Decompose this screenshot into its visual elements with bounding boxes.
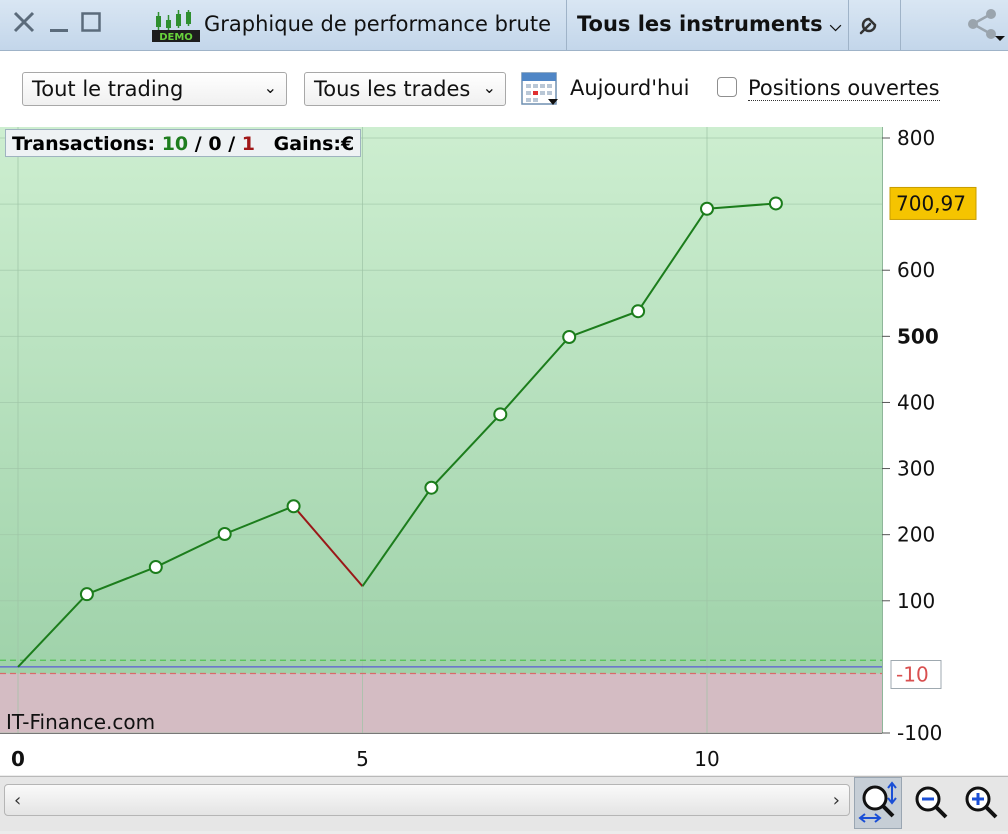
current-value-badge: 700,97 [889, 186, 977, 220]
trades-select-value: Tous les trades [314, 77, 471, 101]
y-tick-label: 400 [897, 390, 935, 414]
trade-point[interactable] [562, 329, 577, 344]
y-tick-label: 600 [897, 258, 935, 282]
title-divider [900, 0, 901, 50]
positive-area [0, 127, 882, 674]
trade-point[interactable] [286, 499, 301, 514]
zoom-in-button[interactable] [956, 777, 1004, 829]
open-positions-checkbox[interactable] [717, 77, 737, 97]
wrench-icon[interactable] [857, 11, 883, 46]
chart-canvas[interactable]: 800600500400300200100-100 0 5 10 700,97 -1… [0, 126, 1008, 775]
chevron-down-icon: ⌄ [482, 78, 496, 97]
instrument-selector-label: Tous les instruments [577, 12, 823, 36]
currency-symbol: € [341, 133, 355, 155]
trade-point[interactable] [493, 407, 508, 422]
demo-badge: DEMO [159, 32, 193, 42]
y-tick-label: -100 [897, 721, 942, 745]
losses-count: 1 [241, 133, 256, 155]
chevron-down-icon: ⌵ [829, 17, 842, 35]
x-tick-label: 0 [11, 747, 25, 771]
zoom-fit-button[interactable] [854, 777, 902, 829]
filter-toolbar: Tout le trading ⌄ Tous les trades ⌄ Aujo… [0, 51, 1008, 127]
wins-count: 10 [161, 133, 189, 155]
chevron-left-icon[interactable]: ‹ [14, 790, 21, 811]
performance-chart[interactable]: 800 600 500 400 300 200 100 -100 0 5 10 700,97 -1… [0, 126, 1008, 775]
trade-point[interactable] [631, 304, 646, 319]
chevron-right-icon[interactable]: › [833, 790, 840, 811]
trade-point[interactable] [768, 196, 783, 211]
y-tick-label: 500 [897, 324, 939, 348]
trades-select[interactable]: Tous les trades ⌄ [304, 72, 506, 106]
x-axis-ticks: 0 5 10 [0, 733, 882, 771]
title-bar: DEMO Graphique de performance brute Tous… [0, 0, 1008, 51]
trading-select[interactable]: Tout le trading ⌄ [22, 72, 287, 106]
stats-separator: / [228, 133, 236, 155]
trade-point[interactable] [148, 560, 163, 575]
marker-label: -10 [896, 663, 929, 687]
x-tick-label: 5 [356, 747, 369, 771]
minimize-icon[interactable] [48, 10, 70, 43]
chevron-down-icon: ⌄ [263, 78, 277, 97]
gains-label: Gains: [273, 133, 342, 155]
current-value-label: 700,97 [896, 191, 966, 215]
calendar-icon[interactable] [520, 68, 560, 108]
window-title: Graphique de performance brute [204, 12, 552, 36]
trade-point[interactable] [700, 201, 714, 216]
maximize-icon[interactable] [80, 10, 102, 43]
y-tick-label: 100 [897, 589, 935, 613]
demo-chart-icon: DEMO [152, 10, 200, 42]
open-positions-label[interactable]: Positions ouvertes [748, 76, 940, 101]
y-tick-label: 200 [897, 523, 935, 547]
zoom-fit-icon [858, 781, 897, 823]
y-tick-label: 800 [897, 127, 935, 150]
x-tick-label: 10 [694, 747, 719, 771]
y-tick-label: 300 [897, 457, 935, 481]
bottom-bar: ‹ › [0, 776, 1008, 831]
zoom-out-button[interactable] [906, 777, 954, 829]
share-icon[interactable] [965, 8, 1005, 51]
marker-badge: -10 [890, 660, 942, 689]
neutral-count: 0 [208, 133, 222, 155]
date-label[interactable]: Aujourd'hui [570, 76, 690, 100]
transactions-label: Transactions: [12, 133, 156, 155]
zoom-out-icon [915, 786, 948, 819]
trade-point[interactable] [79, 587, 94, 602]
trade-point[interactable] [424, 480, 439, 495]
branding-watermark: IT-Finance.com [6, 710, 156, 734]
close-icon[interactable] [12, 10, 36, 43]
zoom-in-icon [965, 786, 998, 819]
stats-separator: / [194, 133, 202, 155]
trading-select-value: Tout le trading [32, 77, 184, 101]
trade-point[interactable] [217, 527, 232, 542]
title-divider [848, 0, 849, 50]
instrument-selector[interactable]: Tous les instruments ⌵ [577, 12, 841, 36]
horizontal-scrollbar[interactable]: ‹ › [4, 784, 850, 816]
title-divider [566, 0, 567, 50]
transactions-summary: Transactions: 10 / 0 / 1 Gains:€ [5, 129, 362, 157]
